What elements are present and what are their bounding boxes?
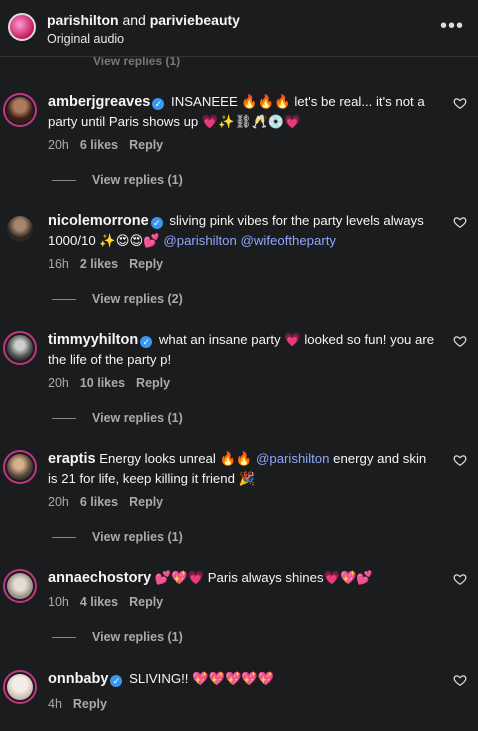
header-and: and (118, 12, 150, 28)
like-heart-icon[interactable] (453, 453, 467, 467)
comment-time: 16h (48, 257, 69, 271)
view-replies-label: View replies (2) (92, 292, 183, 306)
comment-username[interactable]: annaechostory (48, 570, 151, 586)
view-replies-label: View replies (1) (92, 173, 183, 187)
mention-link[interactable]: @wifeoftheparty (241, 233, 337, 248)
comment-meta: 4h Reply (48, 697, 118, 711)
like-heart-icon[interactable] (453, 215, 467, 229)
comment-body: 💕💖💗 Paris always shines💗💖💕 (154, 570, 373, 585)
comment-text: amberjgreaves ✓ INSANEEE 🔥🔥🔥 let's be rea… (48, 92, 438, 131)
comment-text: annaechostory 💕💖💗 Paris always shines💗💖💕 (48, 568, 438, 588)
comment-meta: 20h 6 likes Reply (48, 495, 174, 509)
comment-text: eraptis Energy looks unreal 🔥🔥 @parishil… (48, 449, 438, 488)
comment-text: timmyyhilton ✓ what an insane party 💗 loo… (48, 330, 438, 369)
mention-link[interactable]: @parishilton (163, 233, 237, 248)
comment-likes[interactable]: 4 likes (80, 595, 118, 609)
comment-time: 4h (48, 697, 62, 711)
replies-divider (52, 537, 76, 539)
replies-divider (52, 299, 76, 301)
like-heart-icon[interactable] (453, 673, 467, 687)
comment-avatar[interactable] (3, 569, 37, 603)
header-user1[interactable]: parishilton (47, 12, 119, 28)
view-replies-label: View replies (1) (92, 411, 183, 425)
comment-time: 10h (48, 595, 69, 609)
comment-username[interactable]: onnbaby (48, 671, 108, 687)
comment-time: 20h (48, 376, 69, 390)
comment-avatar[interactable] (3, 212, 37, 246)
comment-avatar[interactable] (3, 93, 37, 127)
view-replies-label: View replies (1) (92, 530, 183, 544)
verified-badge-icon: ✓ (152, 98, 165, 110)
like-heart-icon[interactable] (453, 96, 467, 110)
comment-meta: 16h 2 likes Reply (48, 257, 174, 271)
comment-likes[interactable]: 6 likes (80, 138, 118, 152)
comment-likes[interactable]: 2 likes (80, 257, 118, 271)
comment-body: SLIVING!! 💖💖💖💖💖 (129, 671, 275, 686)
reply-button[interactable]: Reply (129, 138, 163, 152)
comment-time: 20h (48, 495, 69, 509)
comment-username[interactable]: eraptis (48, 451, 96, 467)
comment-meta: 20h 10 likes Reply (48, 376, 181, 390)
comment-text: nicolemorrone ✓ sliving pink vibes for th… (48, 211, 438, 250)
reply-button[interactable]: Reply (129, 495, 163, 509)
header-avatar[interactable] (8, 13, 36, 41)
comment-text: onnbaby ✓ SLIVING!! 💖💖💖💖💖 (48, 669, 438, 689)
comments-panel: parishilton and pariviebeauty Original a… (0, 0, 478, 731)
verified-badge-icon: ✓ (110, 675, 123, 687)
view-replies-label: View replies (1) (92, 630, 183, 644)
view-replies-button[interactable]: View replies (2) (52, 292, 183, 306)
more-horizontal-icon[interactable]: ••• (440, 16, 464, 36)
comment-avatar[interactable] (3, 450, 37, 484)
header-user2[interactable]: pariviebeauty (150, 12, 240, 28)
comment-username[interactable]: nicolemorrone (48, 213, 149, 229)
reply-button[interactable]: Reply (136, 376, 170, 390)
like-heart-icon[interactable] (453, 572, 467, 586)
comment-meta: 10h 4 likes Reply (48, 595, 174, 609)
reel-header: parishilton and pariviebeauty Original a… (0, 0, 478, 57)
mention-link[interactable]: @parishilton (256, 451, 330, 466)
reply-button[interactable]: Reply (129, 595, 163, 609)
view-replies-button[interactable]: View replies (1) (52, 530, 183, 544)
comment-time: 20h (48, 138, 69, 152)
reply-button[interactable]: Reply (129, 257, 163, 271)
view-replies-button[interactable]: View replies (1) (52, 173, 183, 187)
comment-avatar[interactable] (3, 331, 37, 365)
verified-badge-icon: ✓ (150, 217, 163, 229)
comment-body: Energy looks unreal 🔥🔥 (99, 451, 256, 466)
view-replies-button[interactable]: View replies (1) (52, 411, 183, 425)
view-replies-button[interactable]: View replies (1) (52, 630, 183, 644)
verified-badge-icon: ✓ (140, 336, 153, 348)
replies-divider (52, 637, 76, 639)
comment-username[interactable]: timmyyhilton (48, 332, 138, 348)
comment-avatar[interactable] (3, 670, 37, 704)
comment-meta: 20h 6 likes Reply (48, 138, 174, 152)
header-title[interactable]: parishilton and pariviebeauty (47, 12, 240, 28)
comment-likes[interactable]: 6 likes (80, 495, 118, 509)
header-subtitle[interactable]: Original audio (47, 32, 124, 46)
reply-button[interactable]: Reply (73, 697, 107, 711)
like-heart-icon[interactable] (453, 334, 467, 348)
comment-username[interactable]: amberjgreaves (48, 94, 150, 110)
comment-likes[interactable]: 10 likes (80, 376, 125, 390)
replies-divider (52, 180, 76, 182)
replies-divider (52, 418, 76, 420)
